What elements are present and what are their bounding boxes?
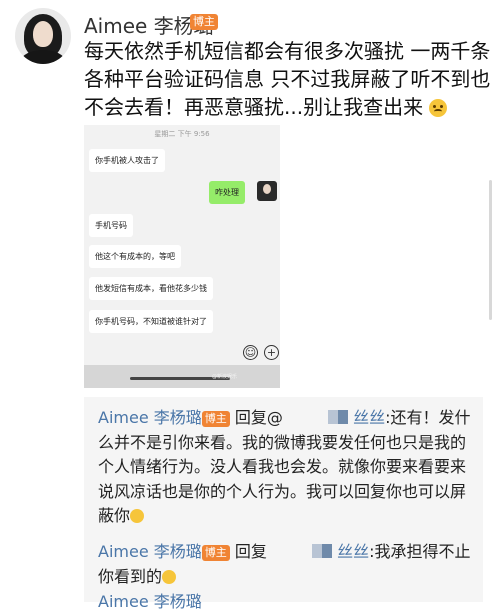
chat-bubble-in: 他发短信有成本，看他花多少钱 [89,277,213,300]
blogger-badge: 博主 [201,544,230,561]
emoji-button-icon: ☺ [243,345,258,360]
chat-bubble-in: 手机号码 [89,214,133,237]
comment-author[interactable]: Aimee 李杨璐 [98,542,202,561]
reply-mention[interactable]: 丝丝 [283,408,385,427]
blogger-badge: 博主 [190,14,218,30]
avatar[interactable] [15,8,71,64]
smiley-emoji-icon [162,569,177,584]
chat-bubble-in: 你手机号码，不知道被谁针对了 [89,310,213,333]
chat-time: 星期二 下午 9:56 [154,130,210,138]
comment-3: Aimee 李杨璐 [98,590,476,615]
scrollbar[interactable] [489,180,492,320]
blur-mosaic-icon [337,410,348,424]
reply-prefix: 回复 [234,542,267,561]
blur-mosaic-icon [311,544,322,558]
chat-bubble-in: 他这个有成本的，等吧 [89,245,181,268]
add-button-icon: + [264,345,279,360]
watermark: @新浪娱乐 [212,374,238,380]
comment-2: Aimee 李杨璐 博主 回复 丝丝:我承担得不止你看到的 [98,540,476,589]
smiley-emoji-icon [130,509,145,523]
chat-bubble-in: 你手机被人攻击了 [89,149,165,172]
reply-prefix: 回复@ [234,408,283,427]
chat-avatar-icon [257,181,277,201]
chat-screenshot[interactable]: 星期二 下午 9:56 你手机被人攻击了 咋处理 手机号码 他这个有成本的，等吧… [84,125,280,388]
reply-mention[interactable]: 丝丝 [267,542,369,561]
smile-emoji-icon [429,99,448,117]
comment-1: Aimee 李杨璐 博主 回复@ 丝丝:还有！发什么并不是引你来看。我的微博我要发… [98,406,476,529]
comment-section: Aimee 李杨璐 博主 回复@ 丝丝:还有！发什么并不是引你来看。我的微博我要发… [84,397,483,611]
post-text: 每天依然手机短信都会有很多次骚扰 一两千条各种平台验证码信息 只不过我屏蔽了听不… [84,37,494,121]
blur-mosaic-icon [327,410,338,424]
blogger-badge: 博主 [201,410,230,427]
chat-bubble-out: 咋处理 [209,181,245,204]
comment-author[interactable]: Aimee 李杨璐 [98,408,202,427]
blur-mosaic-icon [321,544,332,558]
